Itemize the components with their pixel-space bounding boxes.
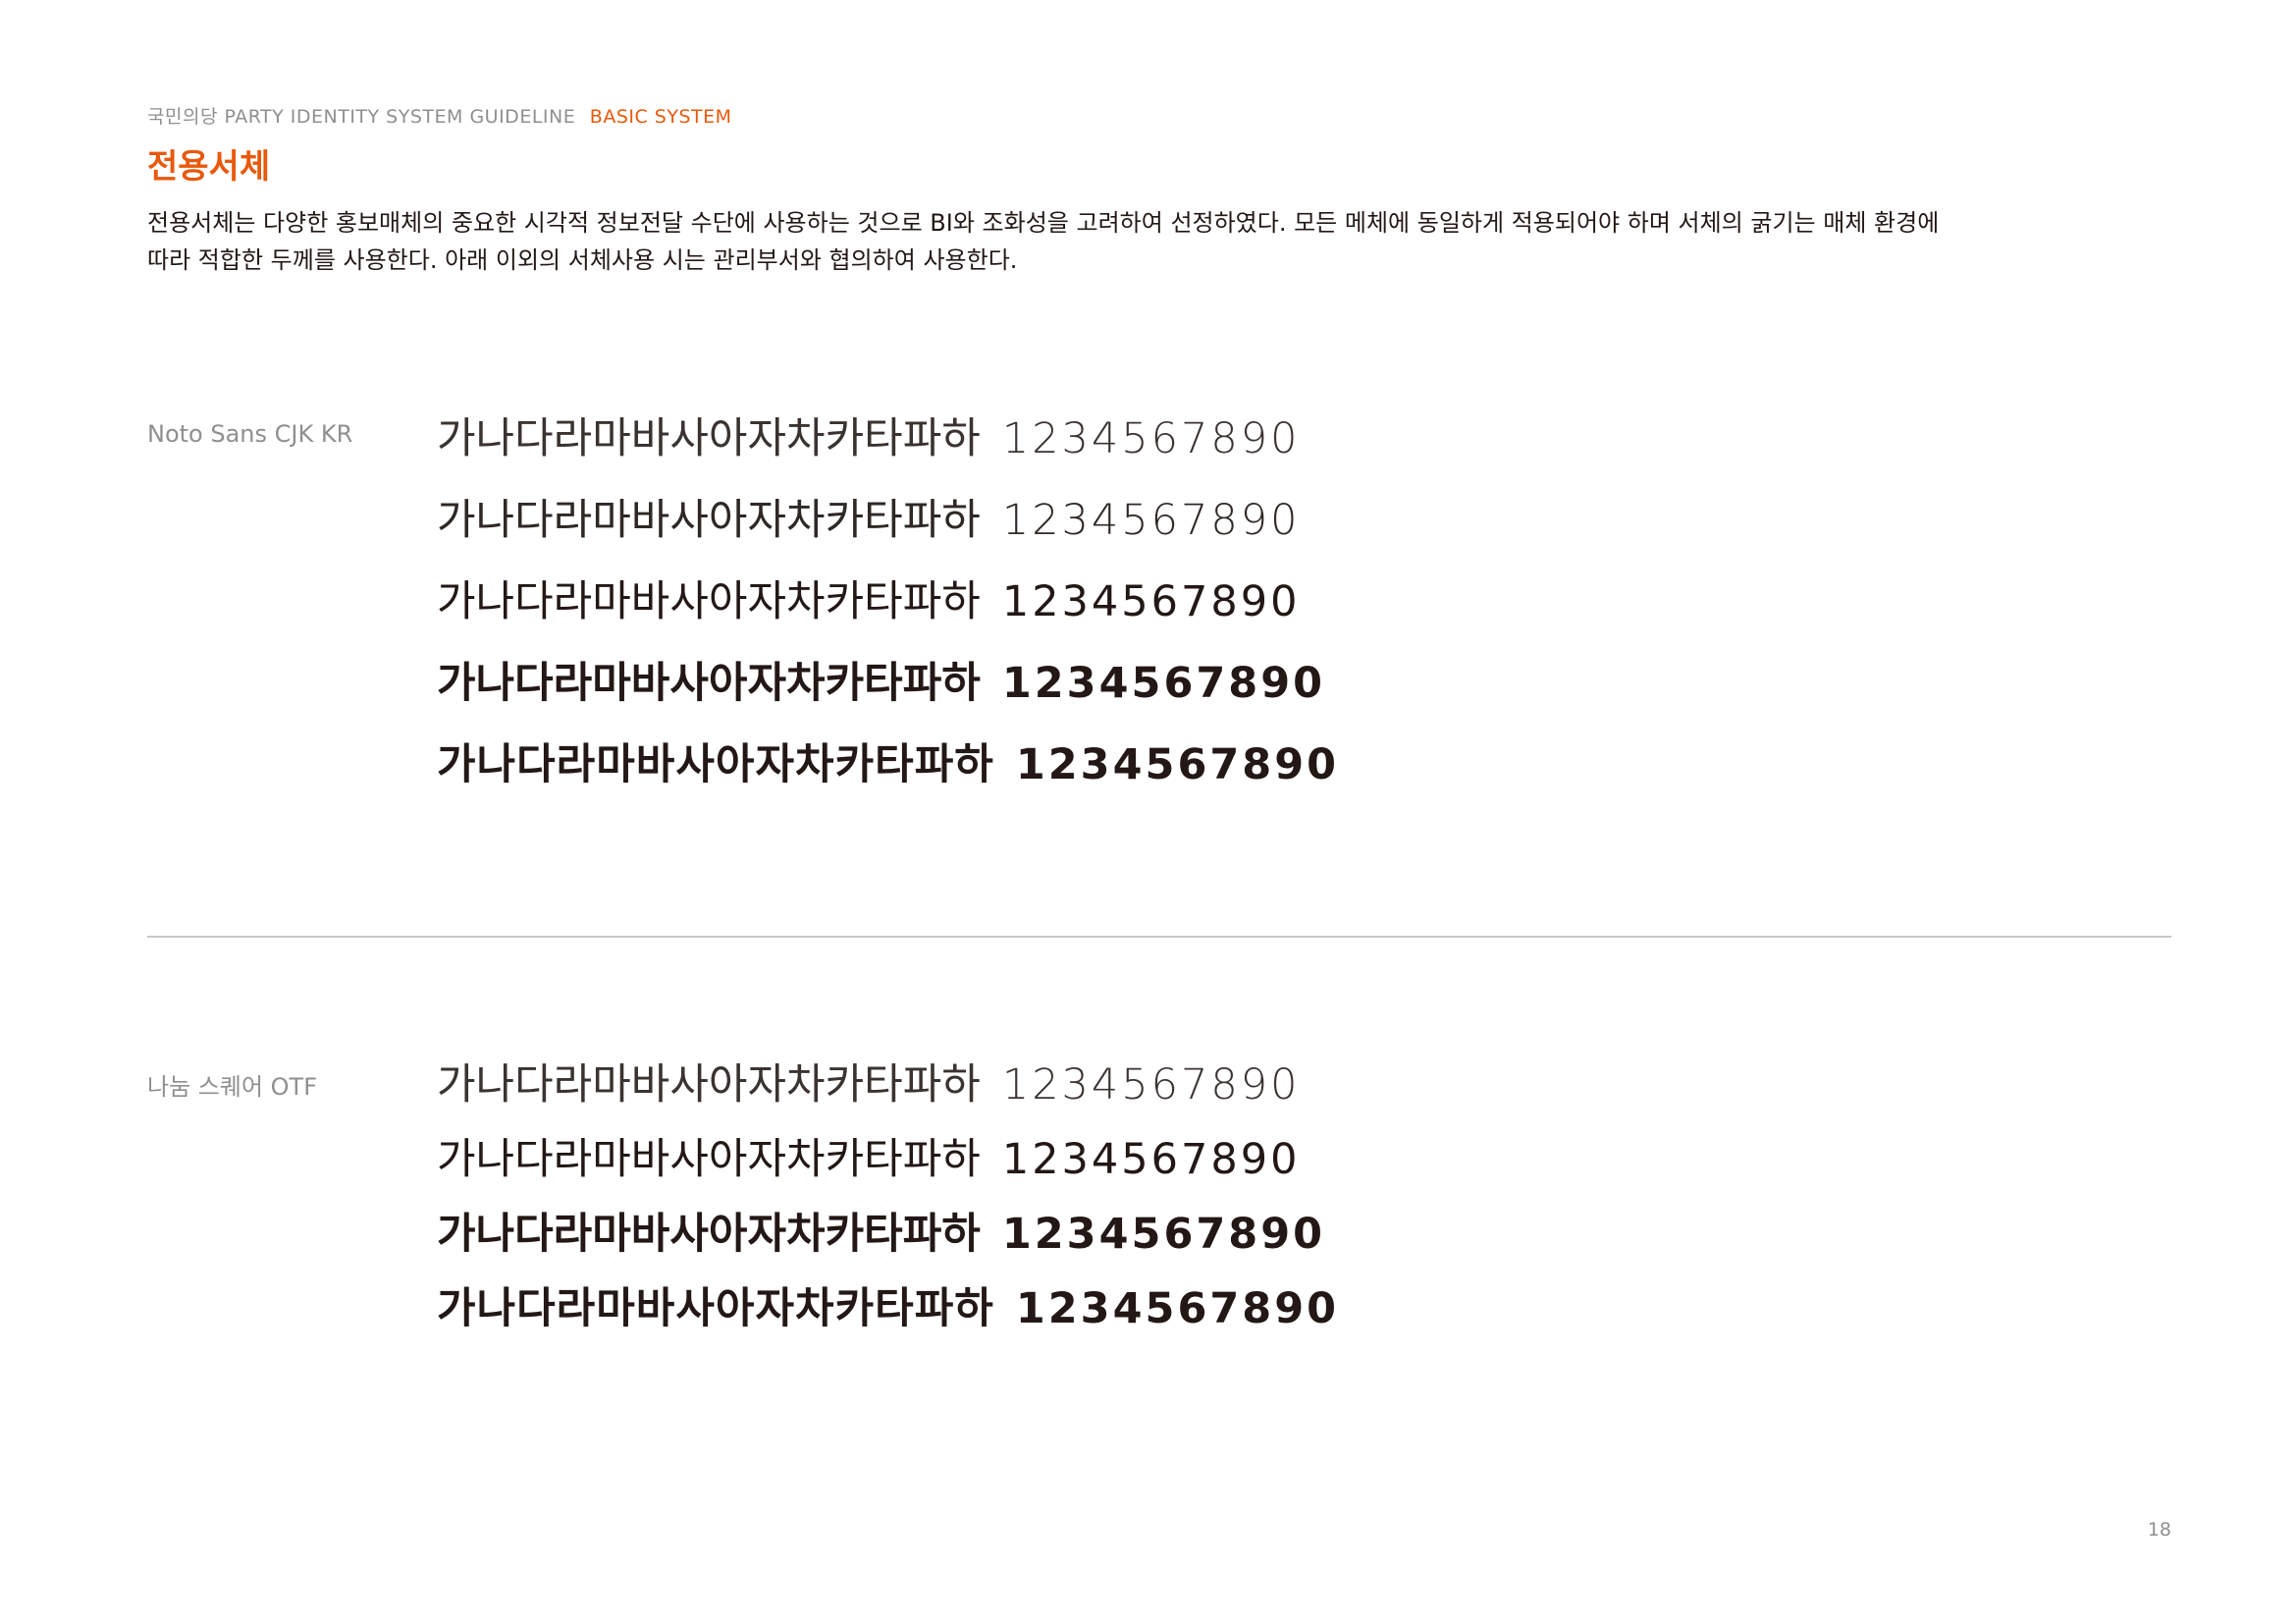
- sample-hangul: 가나다라마바사아자차카타파하: [437, 1060, 981, 1110]
- sample-hangul: 가나다라마바사아자차카타파하: [437, 577, 981, 626]
- sample-digits: 1234567890: [1001, 1060, 1301, 1110]
- section-divider: [147, 936, 2171, 938]
- sample-digits: 1234567890: [1001, 496, 1301, 545]
- sample-digits: 1234567890: [1015, 1284, 1340, 1333]
- description: 전용서체는 다양한 홍보매체의 중요한 시각적 정보전달 수단에 사용하는 것으…: [147, 204, 2110, 279]
- font-sample-row: 가나다라마바사아자차카타파하 1234567890: [437, 744, 1339, 786]
- sample-digits: 1234567890: [1001, 659, 1326, 708]
- font-sample-row: 가나다라마바사아자차카타파하 1234567890: [437, 1288, 1339, 1330]
- sample-digits: 1234567890: [1015, 740, 1340, 789]
- sample-digits: 1234567890: [1001, 1210, 1326, 1259]
- font-sample-row: 가나다라마바사아자차카타파하 1234567890: [437, 418, 1300, 460]
- sample-hangul: 가나다라마바사아자차카타파하: [437, 1135, 981, 1184]
- font-sample-row: 가나다라마바사아자차카타파하 1234567890: [437, 1139, 1300, 1181]
- description-line: 전용서체는 다양한 홍보매체의 중요한 시각적 정보전달 수단에 사용하는 것으…: [147, 209, 1940, 237]
- font-sample-row: 가나다라마바사아자차카타파하 1234567890: [437, 663, 1325, 705]
- description-line: 따라 적합한 두께를 사용한다. 아래 이외의 서체사용 시는 관리부서와 협의…: [147, 246, 1018, 274]
- sample-hangul: 가나다라마바사아자차카타파하: [437, 414, 981, 463]
- font-name-label: 나눔 스퀘어 OTF: [147, 1073, 318, 1101]
- sample-hangul: 가나다라마바사아자차카타파하: [437, 1284, 994, 1333]
- guideline-title: 국민의당 PARTY IDENTITY SYSTEM GUIDELINE: [147, 106, 576, 128]
- section-label: BASIC SYSTEM: [589, 106, 732, 128]
- sample-digits: 1234567890: [1001, 1135, 1301, 1184]
- page-number: 18: [2147, 1519, 2171, 1541]
- sample-hangul: 가나다라마바사아자차카타파하: [437, 1210, 981, 1259]
- font-sample-row: 가나다라마바사아자차카타파하 1234567890: [437, 1064, 1300, 1107]
- sample-digits: 1234567890: [1001, 414, 1301, 463]
- page-title: 전용서체: [147, 147, 271, 187]
- font-sample-row: 가나다라마바사아자차카타파하 1234567890: [437, 500, 1300, 542]
- sample-hangul: 가나다라마바사아자차카타파하: [437, 659, 981, 708]
- font-sample-row: 가나다라마바사아자차카타파하 1234567890: [437, 1214, 1325, 1256]
- sample-hangul: 가나다라마바사아자차카타파하: [437, 496, 981, 545]
- sample-hangul: 가나다라마바사아자차카타파하: [437, 740, 994, 789]
- font-sample-row: 가나다라마바사아자차카타파하 1234567890: [437, 581, 1300, 623]
- page-header: 국민의당 PARTY IDENTITY SYSTEM GUIDELINE BAS…: [147, 102, 732, 129]
- sample-digits: 1234567890: [1001, 577, 1301, 626]
- font-name-label: Noto Sans CJK KR: [147, 420, 353, 448]
